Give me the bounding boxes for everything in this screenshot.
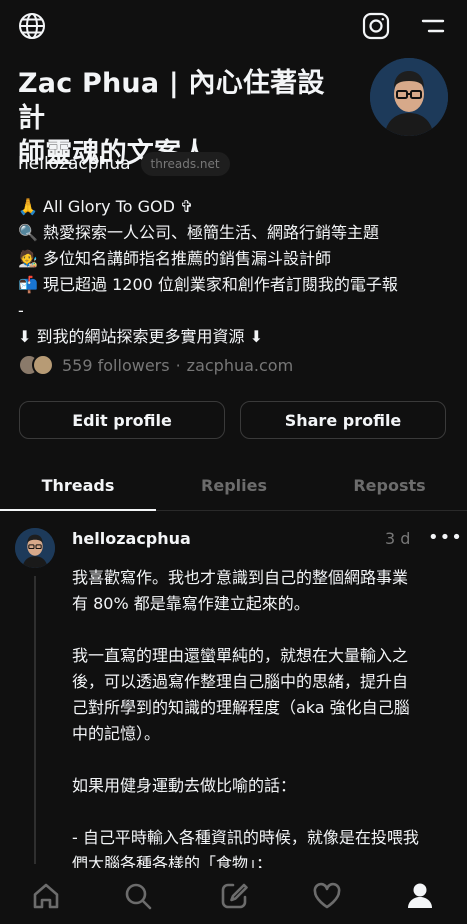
menu-icon[interactable] <box>420 16 446 36</box>
bio-line: ⬇ 到我的網站探索更多實用資源 ⬇ <box>18 327 263 346</box>
separator-dot: · <box>175 355 181 375</box>
compose-icon[interactable] <box>218 880 250 916</box>
post-line: - 自己平時輸入各種資訊的時候，就像是在投喂我 <box>72 828 419 847</box>
post-line: 己對所學到的知識的理解程度（aka 強化自己腦 <box>72 698 410 717</box>
post-body[interactable]: 我喜歡寫作。我也才意識到自己的整個網路事業 有 80% 都是靠寫作建立起來的。 … <box>72 565 457 877</box>
post-line <box>72 747 457 773</box>
bio-line: 🧑‍🎨 多位知名講師指名推薦的銷售漏斗設計師 <box>18 249 332 268</box>
post-line: 中的記憶）。 <box>72 724 161 743</box>
follower-avatars[interactable] <box>18 354 54 376</box>
tab-reposts[interactable]: Reposts <box>312 460 467 510</box>
tab-threads[interactable]: Threads <box>0 460 156 511</box>
post-username[interactable]: hellozacphua <box>72 529 191 548</box>
followers-count[interactable]: 559 followers <box>62 356 170 375</box>
website-link[interactable]: zacphua.com <box>187 356 294 375</box>
threads-badge[interactable]: threads.net <box>140 152 230 176</box>
follower-avatar <box>32 354 54 376</box>
globe-icon[interactable] <box>18 12 46 40</box>
post-line: 後，可以透過寫作整理自己腦中的思緒，提升自 <box>72 672 409 691</box>
bio-line: 🙏 All Glory To GOD ✞ <box>18 197 194 216</box>
profile-handle: hellozacphua <box>18 154 131 174</box>
post-line: 有 80% 都是靠寫作建立起來的。 <box>72 594 310 613</box>
post-line: 如果用健身運動去做比喻的話： <box>72 776 297 795</box>
handle-row: hellozacphua threads.net <box>18 152 230 176</box>
search-icon[interactable] <box>122 880 154 916</box>
bio-line: 🔍 熱愛探索一人公司、極簡生活、網路行銷等主題 <box>18 223 380 242</box>
bio-line: 📬 現已超過 1200 位創業家和創作者訂閱我的電子報 <box>18 275 398 294</box>
followers-row: 559 followers · zacphua.com <box>18 354 293 376</box>
more-options-icon[interactable]: ••• <box>428 527 463 548</box>
instagram-icon[interactable] <box>362 12 390 40</box>
post-line <box>72 799 457 825</box>
profile-icon[interactable] <box>404 880 436 916</box>
bottom-navbar <box>0 868 467 924</box>
edit-profile-button[interactable]: Edit profile <box>19 401 225 439</box>
tab-replies[interactable]: Replies <box>156 460 312 510</box>
post-timestamp: 3 d <box>385 529 411 548</box>
profile-tabs: Threads Replies Reposts <box>0 460 467 511</box>
profile-name-line1: Zac Phua | 內心住著設計 <box>18 68 325 134</box>
profile-avatar[interactable] <box>370 58 448 136</box>
heart-icon[interactable] <box>311 880 343 916</box>
post-line: 我喜歡寫作。我也才意識到自己的整個網路事業 <box>72 568 409 587</box>
thread-line <box>34 576 36 864</box>
post-line: 我一直寫的理由還蠻單純的，就想在大量輸入之 <box>72 646 409 665</box>
post-avatar[interactable] <box>15 528 55 568</box>
bio-line: - <box>18 301 24 320</box>
home-icon[interactable] <box>30 880 62 916</box>
post-line <box>72 617 457 643</box>
share-profile-button[interactable]: Share profile <box>240 401 446 439</box>
profile-bio: 🙏 All Glory To GOD ✞ 🔍 熱愛探索一人公司、極簡生活、網路行… <box>18 194 458 350</box>
